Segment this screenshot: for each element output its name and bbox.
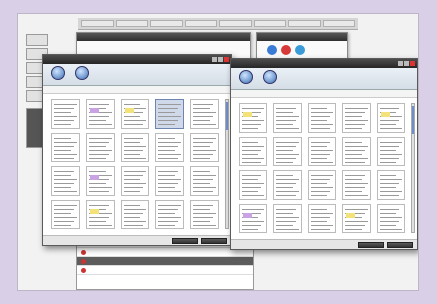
globe-icon — [75, 66, 89, 80]
close-button[interactable] — [410, 61, 415, 66]
page-thumbnail[interactable] — [342, 136, 371, 166]
blue-circle-icon — [267, 45, 277, 55]
page-thumbnail[interactable] — [51, 166, 80, 196]
page-thumbnail[interactable] — [239, 203, 268, 233]
toolbar-tab[interactable] — [219, 20, 252, 27]
page-thumbnail[interactable] — [85, 99, 115, 129]
page-thumbnail[interactable] — [85, 166, 115, 196]
page-thumbnail[interactable] — [239, 103, 268, 133]
maximize-button[interactable] — [404, 61, 409, 66]
page-thumbnail[interactable] — [342, 203, 371, 233]
status-dot-icon — [81, 267, 86, 273]
footer-button[interactable] — [387, 242, 413, 248]
toolbar-tab[interactable] — [81, 20, 114, 27]
page-thumbnail[interactable] — [273, 170, 302, 200]
page-thumbnail[interactable] — [120, 99, 150, 129]
page-thumbnail[interactable] — [376, 103, 405, 133]
toolbar-tab[interactable] — [184, 20, 217, 27]
close-button[interactable] — [224, 57, 229, 62]
page-thumbnail[interactable] — [120, 199, 150, 229]
window-title-bar[interactable] — [231, 59, 417, 68]
page-thumbnail[interactable] — [155, 132, 185, 162]
info-bar — [231, 90, 417, 98]
page-thumbnail[interactable] — [376, 136, 405, 166]
page-thumbnail[interactable] — [273, 136, 302, 166]
page-thumbnail[interactable] — [85, 199, 115, 229]
info-bar — [43, 86, 231, 94]
red-circle-icon — [281, 45, 291, 55]
toolbar-tab[interactable] — [253, 20, 286, 27]
page-thumbnail[interactable] — [307, 103, 337, 133]
page-thumbnail[interactable] — [155, 199, 185, 229]
toolbar-tab[interactable] — [150, 20, 183, 27]
scrollbar[interactable] — [411, 103, 415, 233]
globe-icon — [239, 70, 253, 84]
page-thumbnail-grid — [239, 103, 405, 233]
background-toolbar — [78, 18, 358, 30]
list-item[interactable] — [77, 257, 253, 266]
window-footer — [43, 235, 231, 245]
minimize-button[interactable] — [398, 61, 403, 66]
page-thumbnail[interactable] — [51, 99, 80, 129]
scrollbar-thumb[interactable] — [412, 106, 414, 134]
blue-circle-icon — [295, 45, 305, 55]
right-preview-window — [230, 58, 418, 250]
list-item[interactable] — [77, 266, 253, 275]
page-thumbnail[interactable] — [190, 99, 219, 129]
globe-icon — [263, 70, 277, 84]
screenshot-frame — [17, 13, 419, 291]
page-thumbnail[interactable] — [342, 103, 371, 133]
page-thumbnail[interactable] — [120, 132, 150, 162]
page-thumbnail[interactable] — [85, 132, 115, 162]
window-title — [257, 33, 347, 41]
status-dot-icon — [81, 249, 86, 255]
page-thumbnail[interactable] — [155, 166, 185, 196]
scrollbar[interactable] — [225, 99, 229, 229]
list-item[interactable] — [77, 248, 253, 257]
minimize-button[interactable] — [212, 57, 217, 62]
toolbar-tab[interactable] — [115, 20, 148, 27]
toolbar-tool[interactable] — [49, 66, 67, 83]
page-thumbnail[interactable] — [51, 132, 80, 162]
page-thumbnail-grid — [51, 99, 219, 229]
window-title — [77, 33, 250, 41]
sidebar-item[interactable] — [26, 34, 48, 46]
left-preview-window — [42, 54, 232, 246]
status-dot-icon — [81, 258, 86, 264]
maximize-button[interactable] — [218, 57, 223, 62]
page-thumbnail[interactable] — [376, 203, 405, 233]
toolbar-tool[interactable] — [73, 66, 91, 83]
page-thumbnail[interactable] — [190, 199, 219, 229]
page-thumbnail[interactable] — [190, 166, 219, 196]
page-thumbnail[interactable] — [155, 99, 185, 129]
page-thumbnail[interactable] — [239, 136, 268, 166]
toolbar-tab[interactable] — [322, 20, 355, 27]
scrollbar-thumb[interactable] — [226, 102, 228, 130]
window-toolbar — [43, 64, 231, 86]
page-thumbnail[interactable] — [307, 136, 337, 166]
page-thumbnail[interactable] — [120, 166, 150, 196]
page-thumbnail[interactable] — [307, 203, 337, 233]
page-thumbnail[interactable] — [342, 170, 371, 200]
toolbar-tool[interactable] — [261, 70, 279, 87]
page-thumbnail[interactable] — [376, 170, 405, 200]
toolbar-tool[interactable] — [237, 70, 255, 87]
page-thumbnail[interactable] — [239, 170, 268, 200]
page-thumbnail[interactable] — [307, 170, 337, 200]
page-thumbnail[interactable] — [51, 199, 80, 229]
globe-icon — [51, 66, 65, 80]
page-thumbnail[interactable] — [273, 103, 302, 133]
window-footer — [231, 239, 417, 249]
window-toolbar — [231, 68, 417, 90]
footer-button[interactable] — [358, 242, 384, 248]
footer-button[interactable] — [201, 238, 227, 244]
page-thumbnail[interactable] — [190, 132, 219, 162]
toolbar-tab[interactable] — [288, 20, 321, 27]
page-thumbnail[interactable] — [273, 203, 302, 233]
footer-button[interactable] — [172, 238, 198, 244]
window-title-bar[interactable] — [43, 55, 231, 64]
